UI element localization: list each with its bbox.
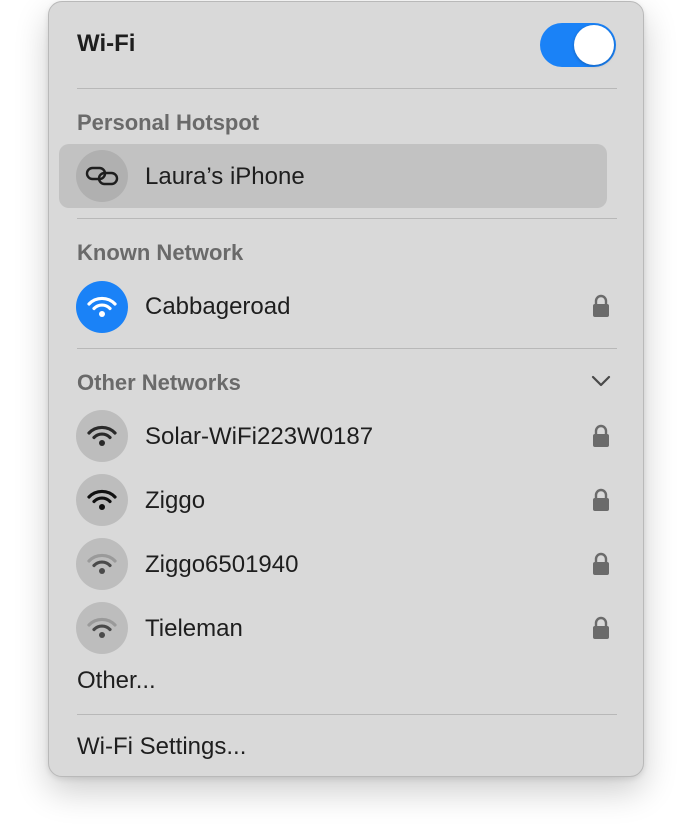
divider: [77, 218, 617, 219]
wifi-icon: [76, 474, 128, 526]
lock-icon: [592, 552, 610, 576]
lock-icon: [592, 294, 610, 318]
link-icon: [76, 150, 128, 202]
section-heading-known-network: Known Network: [77, 240, 244, 265]
section-heading-other-networks: Other Networks: [77, 370, 241, 395]
network-name[interactable]: Ziggo6501940: [145, 551, 298, 579]
wifi-menu: Wi-Fi Personal Hotspot Laura’s iPhone Kn…: [48, 1, 644, 777]
network-name[interactable]: Ziggo: [145, 487, 205, 515]
menu-title: Wi-Fi: [77, 30, 136, 57]
wifi-icon: [76, 410, 128, 462]
divider: [77, 714, 617, 715]
chevron-down-icon[interactable]: [590, 373, 612, 389]
lock-icon: [592, 488, 610, 512]
network-name-cabbageroad[interactable]: Cabbageroad: [145, 293, 290, 321]
network-name[interactable]: Tieleman: [145, 615, 243, 643]
divider: [77, 348, 617, 349]
hotspot-name[interactable]: Laura’s iPhone: [145, 163, 305, 191]
wifi-icon: [76, 602, 128, 654]
network-name[interactable]: Solar-WiFi223W0187: [145, 423, 373, 451]
wifi-icon: [76, 281, 128, 333]
lock-icon: [592, 616, 610, 640]
section-heading-personal-hotspot: Personal Hotspot: [77, 110, 260, 135]
divider: [77, 88, 617, 89]
hotspot-row-highlight[interactable]: [59, 144, 607, 208]
wifi-toggle[interactable]: [540, 23, 616, 67]
lock-icon: [592, 424, 610, 448]
wifi-icon: [76, 538, 128, 590]
wifi-settings-item[interactable]: Wi-Fi Settings...: [77, 733, 246, 761]
toggle-knob: [574, 25, 614, 65]
other-network-item[interactable]: Other...: [77, 667, 156, 695]
